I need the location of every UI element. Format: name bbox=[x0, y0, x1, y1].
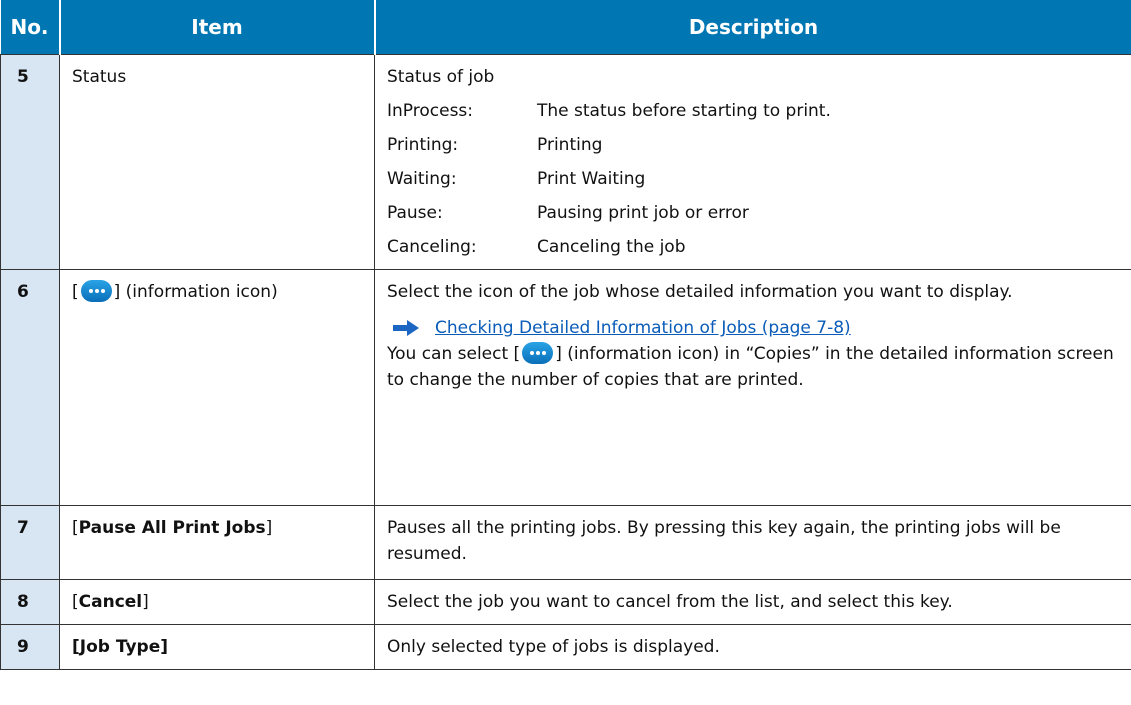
status-key: Pause: bbox=[387, 203, 443, 223]
table-row: 5 Status Status of job InProcess: The sta… bbox=[0, 54, 1131, 270]
table-row: 7 [Pause All Print Jobs] Pauses all the … bbox=[0, 505, 1131, 580]
status-value: Print Waiting bbox=[537, 169, 646, 189]
row-item: [ ] (information icon) bbox=[59, 269, 375, 506]
status-entry: Canceling: Canceling the job bbox=[387, 234, 1119, 260]
header-no: No. bbox=[0, 0, 61, 55]
status-value: Canceling the job bbox=[537, 237, 686, 257]
row-number: 6 bbox=[0, 269, 60, 506]
row-item: Status bbox=[59, 54, 375, 270]
item-label: Cancel bbox=[78, 592, 143, 612]
table-row: 6 [ ] (information icon) Select the icon … bbox=[0, 269, 1131, 506]
description-table: No. Item Description 5 Status Status of … bbox=[0, 0, 1131, 670]
item-label: ] (information icon) bbox=[113, 282, 278, 302]
status-value: Printing bbox=[537, 135, 603, 155]
row-description: Only selected type of jobs is displayed. bbox=[374, 624, 1131, 670]
row-number: 7 bbox=[0, 505, 60, 580]
information-icon bbox=[80, 280, 112, 302]
reference-line: Checking Detailed Information of Jobs (p… bbox=[387, 315, 1119, 341]
status-key: Printing: bbox=[387, 135, 459, 155]
row-item: [Job Type] bbox=[59, 624, 375, 670]
row-description: Pauses all the printing jobs. By pressin… bbox=[374, 505, 1131, 580]
row-description: Status of job InProcess: The status befor… bbox=[374, 54, 1131, 270]
row-description: Select the job you want to cancel from t… bbox=[374, 579, 1131, 625]
status-entry: InProcess: The status before starting to … bbox=[387, 98, 1119, 124]
row-number: 8 bbox=[0, 579, 60, 625]
status-entry: Pause: Pausing print job or error bbox=[387, 200, 1119, 226]
status-value: Pausing print job or error bbox=[537, 203, 749, 223]
status-intro: Status of job bbox=[387, 67, 495, 87]
row-number: 5 bbox=[0, 54, 60, 270]
reference-link[interactable]: Checking Detailed Information of Jobs (p… bbox=[435, 315, 851, 341]
status-key: Waiting: bbox=[387, 169, 457, 189]
table-row: 8 [Cancel] Select the job you want to ca… bbox=[0, 579, 1131, 625]
description-text: You can select [] (information icon) in … bbox=[387, 342, 1114, 390]
description-text: Select the icon of the job whose detaile… bbox=[387, 282, 1013, 302]
header-description: Description bbox=[374, 0, 1131, 55]
arrow-right-icon bbox=[393, 320, 419, 336]
table-header-row: No. Item Description bbox=[0, 0, 1131, 55]
item-bracket-open: [ bbox=[72, 282, 79, 302]
header-item: Item bbox=[59, 0, 376, 55]
item-label: [Job Type] bbox=[72, 637, 168, 657]
status-entry: Printing: Printing bbox=[387, 132, 1119, 158]
table-row: 9 [Job Type] Only selected type of jobs … bbox=[0, 624, 1131, 670]
status-entry: Waiting: Print Waiting bbox=[387, 166, 1119, 192]
status-key: Canceling: bbox=[387, 237, 477, 257]
row-description: Select the icon of the job whose detaile… bbox=[374, 269, 1131, 506]
information-icon bbox=[522, 342, 554, 364]
row-item: [Pause All Print Jobs] bbox=[59, 505, 375, 580]
row-item: [Cancel] bbox=[59, 579, 375, 625]
status-value: The status before starting to print. bbox=[537, 101, 831, 121]
row-number: 9 bbox=[0, 624, 60, 670]
item-label: Pause All Print Jobs bbox=[78, 518, 266, 538]
status-key: InProcess: bbox=[387, 101, 474, 121]
